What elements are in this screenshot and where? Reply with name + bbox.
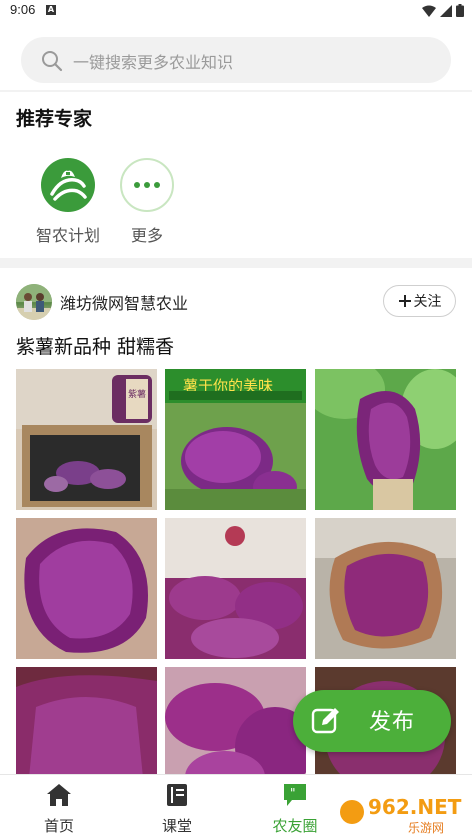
- watermark-logo: 962.NET 乐游网: [338, 788, 468, 836]
- app-screen: 9:06 A 一键搜索更多农业知识 推荐专家 智农计划 更多 潍坊微网智慧农业 …: [0, 0, 472, 839]
- post-image[interactable]: [315, 369, 456, 510]
- post-image[interactable]: 紫薯: [16, 369, 157, 510]
- search-placeholder: 一键搜索更多农业知识: [73, 53, 234, 72]
- nav-label: 课堂: [161, 817, 192, 835]
- plus-icon: [398, 295, 411, 307]
- svg-text:": ": [290, 786, 296, 800]
- search-icon: [42, 51, 63, 72]
- nav-item-home[interactable]: 首页: [24, 783, 94, 836]
- post-image[interactable]: [315, 518, 456, 659]
- edit-icon: [311, 708, 339, 734]
- watermark-text: 962.NET: [368, 795, 462, 819]
- home-icon: [47, 784, 71, 806]
- follow-label: 关注: [413, 294, 442, 310]
- post-image[interactable]: [165, 518, 306, 659]
- post-title[interactable]: 紫薯新品种 甜糯香: [16, 332, 174, 359]
- chat-quote-icon: ": [284, 784, 306, 806]
- publish-label: 发布: [369, 710, 416, 735]
- post-image[interactable]: 薯于你的美味: [165, 369, 306, 510]
- search-bar[interactable]: 一键搜索更多农业知识: [21, 37, 451, 83]
- wifi-icon: [422, 5, 436, 17]
- nav-label: 农友圈: [272, 817, 318, 835]
- expert-item-more[interactable]: 更多: [107, 158, 187, 246]
- status-icons: [422, 4, 464, 17]
- nav-item-farmers-circle[interactable]: " 农友圈: [260, 783, 330, 836]
- book-icon: [167, 784, 187, 806]
- status-bar: 9:06 A: [0, 0, 472, 22]
- recommended-experts-section: 推荐专家 智农计划 更多: [0, 92, 472, 258]
- avatar[interactable]: [16, 284, 52, 320]
- signal-icon: [440, 4, 452, 17]
- farm-logo-icon: [41, 158, 95, 212]
- section-title: 推荐专家: [16, 108, 93, 130]
- box-label: 紫薯: [128, 388, 146, 400]
- expert-label: 智农计划: [35, 226, 100, 245]
- top-bar: 一键搜索更多农业知识: [0, 22, 472, 90]
- post-image[interactable]: [16, 518, 157, 659]
- more-dots-icon: [120, 158, 174, 212]
- expert-label: 更多: [130, 226, 163, 245]
- nav-label: 首页: [43, 817, 74, 835]
- watermark-subtext: 乐游网: [408, 821, 444, 835]
- notification-a-icon: A: [46, 5, 56, 15]
- battery-icon: [456, 4, 464, 17]
- follow-button[interactable]: 关注: [383, 285, 456, 317]
- post-author[interactable]: 潍坊微网智慧农业: [60, 290, 188, 314]
- expert-item-zhinong[interactable]: 智农计划: [28, 158, 108, 246]
- nav-item-classroom[interactable]: 课堂: [142, 783, 212, 836]
- publish-button[interactable]: 发布: [293, 690, 451, 752]
- status-time: 9:06: [10, 2, 36, 17]
